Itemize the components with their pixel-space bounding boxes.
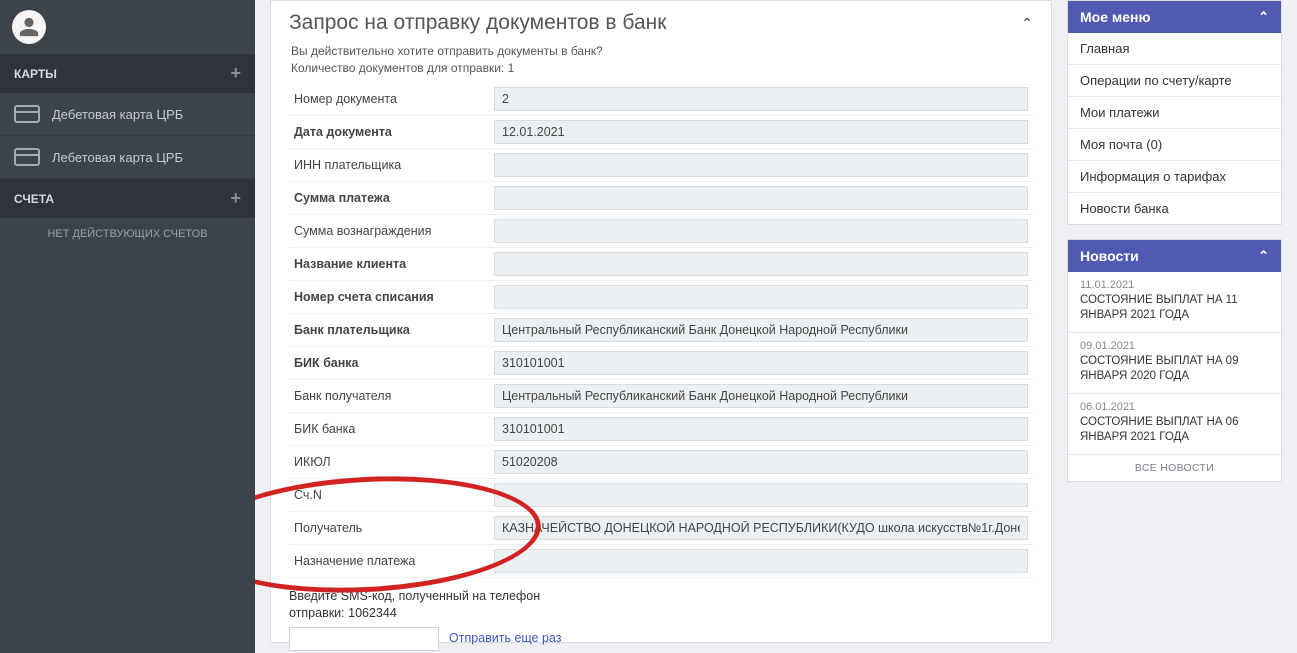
field-value [494,87,1028,111]
field-value [494,120,1028,144]
field-value [494,351,1028,375]
field-label: Дата документа [289,115,489,148]
send-documents-panel: Запрос на отправку документов в банк ⌃ В… [270,0,1052,643]
no-accounts-note: НЕТ ДЕЙСТВУЮЩИХ СЧЕТОВ [0,218,255,250]
my-menu-item[interactable]: Главная [1068,33,1281,65]
field-label: Сч.N [289,478,489,511]
news-item[interactable]: 11.01.2021 СОСТОЯНИЕ ВЫПЛАТ НА 11 ЯНВАРЯ … [1068,272,1281,333]
accounts-header-label: СЧЕТА [14,192,54,206]
field-label: БИК банка [289,412,489,445]
card-label: Дебетовая карта ЦРБ [52,107,183,122]
my-menu-item[interactable]: Мои платежи [1068,97,1281,129]
chevron-up-icon[interactable]: ⌃ [1258,248,1269,264]
confirm-line-1: Вы действительно хотите отправить докуме… [291,43,1033,60]
news-item[interactable]: 09.01.2021 СОСТОЯНИЕ ВЫПЛАТ НА 09 ЯНВАРЯ … [1068,333,1281,394]
news-date: 11.01.2021 [1080,279,1269,291]
field-value [494,483,1028,507]
field-value [494,219,1028,243]
sidebar-card-item[interactable]: Дебетовая карта ЦРБ [0,93,255,136]
resend-sms-link[interactable]: Отправить еще раз [449,630,561,648]
sms-code-input[interactable] [289,627,439,651]
field-value [494,186,1028,210]
field-label: Назначение платежа [289,544,489,577]
chevron-up-icon[interactable]: ⌃ [1258,9,1269,25]
sidebar: КАРТЫ + Дебетовая карта ЦРБ Лебетовая кар… [0,0,255,653]
news-title: СОСТОЯНИЕ ВЫПЛАТ НА 06 ЯНВАРЯ 2021 ГОДА [1080,415,1269,445]
cards-header-label: КАРТЫ [14,67,57,81]
sms-prompt-prefix: Введите SMS-код, полученный на телефон [289,589,540,603]
news-header: Новости ⌃ [1068,240,1281,272]
sidebar-card-item[interactable]: Лебетовая карта ЦРБ [0,136,255,179]
field-value [494,516,1028,540]
user-icon [18,16,40,38]
add-card-icon[interactable]: + [230,63,241,84]
panel-title: Запрос на отправку документов в банк ⌃ [289,9,1033,41]
accounts-section-header: СЧЕТА + [0,179,255,218]
card-icon [14,105,40,123]
field-label: ИКЮЛ [289,445,489,478]
field-value [494,549,1028,573]
form-table: Номер документаДата документаИНН платель… [289,83,1033,578]
field-label: Банк плательщика [289,313,489,346]
my-menu-item[interactable]: Новости банка [1068,193,1281,224]
field-value [494,384,1028,408]
field-value [494,417,1028,441]
avatar[interactable] [12,10,46,44]
sms-prompt-suffix: отправки: 1062344 [289,606,397,620]
my-menu-item[interactable]: Моя почта (0) [1068,129,1281,161]
cards-section-header: КАРТЫ + [0,54,255,93]
field-label: Название клиента [289,247,489,280]
all-news-link[interactable]: ВСЕ НОВОСТИ [1068,455,1281,481]
field-label: БИК банка [289,346,489,379]
news-item[interactable]: 06.01.2021 СОСТОЯНИЕ ВЫПЛАТ НА 06 ЯНВАРЯ … [1068,394,1281,455]
add-account-icon[interactable]: + [230,188,241,209]
field-label: Сумма платежа [289,181,489,214]
field-value [494,285,1028,309]
sms-block: Введите SMS-код, полученный на телефон о… [289,588,1033,653]
news-title: СОСТОЯНИЕ ВЫПЛАТ НА 11 ЯНВАРЯ 2021 ГОДА [1080,293,1269,323]
field-value [494,252,1028,276]
news-date: 06.01.2021 [1080,401,1269,413]
field-value [494,450,1028,474]
collapse-icon[interactable]: ⌃ [1021,15,1033,32]
field-label: ИНН плательщика [289,148,489,181]
field-label: Сумма вознаграждения [289,214,489,247]
field-label: Банк получателя [289,379,489,412]
my-menu-item[interactable]: Информация о тарифах [1068,161,1281,193]
news-title: СОСТОЯНИЕ ВЫПЛАТ НА 09 ЯНВАРЯ 2020 ГОДА [1080,354,1269,384]
my-menu-widget: Мое меню ⌃ ГлавнаяОперации по счету/карт… [1067,0,1282,225]
news-date: 09.01.2021 [1080,340,1269,352]
news-widget: Новости ⌃ 11.01.2021 СОСТОЯНИЕ ВЫПЛАТ НА … [1067,239,1282,482]
card-label: Лебетовая карта ЦРБ [52,150,183,165]
field-value [494,153,1028,177]
my-menu-header: Мое меню ⌃ [1068,1,1281,33]
card-icon [14,148,40,166]
confirm-line-2: Количество документов для отправки: 1 [291,60,1033,77]
field-value [494,318,1028,342]
field-label: Получатель [289,511,489,544]
my-menu-item[interactable]: Операции по счету/карте [1068,65,1281,97]
field-label: Номер счета списания [289,280,489,313]
field-label: Номер документа [289,83,489,116]
